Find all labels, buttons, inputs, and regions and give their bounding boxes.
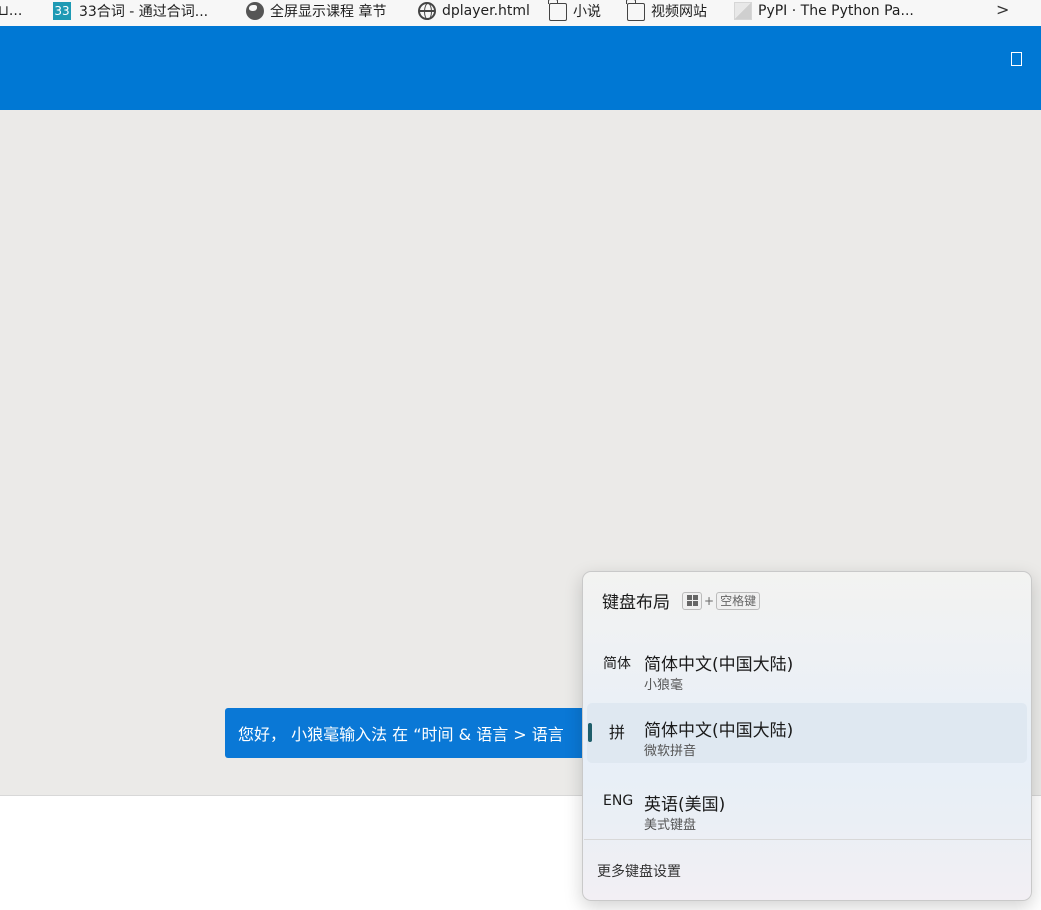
globe-icon	[418, 2, 436, 20]
folder-icon	[626, 0, 645, 21]
windows-key-icon	[682, 591, 702, 610]
layout-name: 简体中文(中国大陆)	[644, 721, 794, 741]
layout-item-selected[interactable]: 拼 简体中文(中国大陆) 微软拼音	[587, 703, 1027, 763]
divider	[584, 839, 1031, 840]
bookmark-label: 小说	[573, 4, 601, 20]
shortcut-hint: + 空格键	[682, 591, 761, 610]
bookmark-label: 全屏显示课程 章节	[270, 4, 387, 20]
bookmark-label: dplayer.html	[442, 3, 530, 19]
number-badge-icon: 33	[53, 2, 71, 20]
flyout-header: 键盘布局 + 空格键	[602, 588, 761, 613]
bookmark-item[interactable]: 全屏显示课程 章节	[246, 0, 386, 22]
world-icon	[246, 2, 264, 20]
more-keyboard-settings-link[interactable]: 更多键盘设置	[597, 861, 681, 881]
bookmark-label: PyPI · The Python Pa...	[758, 3, 914, 19]
layout-name: 英语(美国)	[644, 795, 726, 815]
keyboard-layout-flyout: 键盘布局 + 空格键 简体 简体中文(中国大陆) 小狼毫 拼 简体中文(中国大陆…	[582, 571, 1032, 901]
bookmark-item[interactable]: 33 33合词 - 通过合词...	[53, 0, 208, 22]
bookmark-item[interactable]: ⊔...	[0, 0, 22, 22]
bookmark-item[interactable]: dplayer.html	[418, 0, 530, 22]
bookmark-label: 33合词 - 通过合词...	[79, 4, 209, 20]
chevron-right-icon[interactable]: >	[996, 0, 1009, 19]
layout-abbr: 拼	[609, 723, 626, 742]
layout-subtitle: 小狼毫	[644, 678, 684, 693]
selection-indicator	[588, 723, 592, 742]
layout-abbr: 简体	[603, 656, 631, 672]
layout-name: 简体中文(中国大陆)	[644, 655, 794, 675]
bookmark-label: ⊔...	[0, 3, 23, 19]
layout-subtitle: 微软拼音	[644, 744, 697, 759]
flyout-title: 键盘布局	[602, 593, 670, 613]
bookmark-label: 视频网站	[651, 4, 707, 20]
shortcut-plus: +	[704, 593, 715, 608]
space-key: 空格键	[716, 591, 761, 610]
bookmark-item[interactable]: 小说	[548, 0, 601, 22]
pypi-icon	[734, 2, 752, 20]
notification-banner[interactable]: 您好， 小狼毫输入法 在 “时间 & 语言 > 语言	[225, 708, 605, 758]
app-header	[0, 26, 1041, 110]
bookmark-item[interactable]: 视频网站	[626, 0, 707, 22]
maximize-icon[interactable]	[1011, 52, 1022, 66]
banner-text: 您好， 小狼毫输入法 在 “时间 & 语言 > 语言	[238, 725, 564, 744]
layout-subtitle: 美式键盘	[644, 818, 697, 833]
layout-abbr: ENG	[603, 793, 634, 809]
layout-item[interactable]: ENG 英语(美国) 美式键盘	[587, 777, 1027, 837]
bookmarks-bar: ⊔... 33 33合词 - 通过合词... 全屏显示课程 章节 dplayer…	[0, 0, 1041, 26]
bookmark-item[interactable]: PyPI · The Python Pa...	[734, 0, 914, 22]
folder-icon	[548, 0, 567, 21]
layout-item[interactable]: 简体 简体中文(中国大陆) 小狼毫	[587, 637, 1027, 697]
